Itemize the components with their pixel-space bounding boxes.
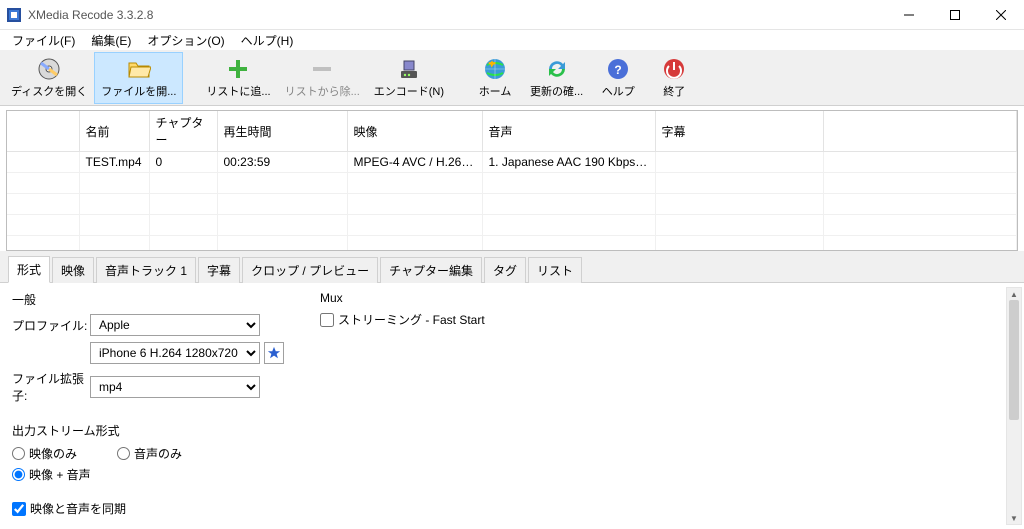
add-to-list-button[interactable]: リストに追...	[199, 52, 277, 104]
radio-video-audio[interactable]: 映像 + 音声	[12, 466, 91, 483]
preset-select[interactable]: iPhone 6 H.264 1280x720 2000 kbps	[90, 342, 260, 364]
ext-select[interactable]: mp4	[90, 376, 260, 398]
home-button[interactable]: ホーム	[467, 52, 523, 104]
exit-icon	[662, 57, 686, 81]
table-row[interactable]: .	[7, 215, 1017, 236]
col-audio[interactable]: 音声	[482, 111, 655, 152]
open-disc-label: ディスクを開く	[11, 83, 87, 99]
disc-icon	[37, 57, 61, 81]
scroll-thumb[interactable]	[1009, 300, 1019, 420]
sync-label: 映像と音声を同期	[30, 500, 126, 517]
star-icon	[267, 346, 281, 360]
output-stream-title: 出力ストリーム形式	[12, 422, 1012, 439]
svg-text:?: ?	[615, 63, 622, 77]
scroll-down-icon[interactable]: ▼	[1007, 512, 1021, 524]
row-icon	[7, 152, 79, 173]
tab-crop-preview[interactable]: クロップ / プレビュー	[242, 257, 378, 283]
table-row[interactable]: .	[7, 194, 1017, 215]
col-duration[interactable]: 再生時間	[217, 111, 347, 152]
table-row[interactable]: .	[7, 173, 1017, 194]
menu-help[interactable]: ヘルプ(H)	[233, 30, 302, 51]
tab-list[interactable]: リスト	[528, 257, 582, 283]
mux-title: Mux	[320, 291, 600, 305]
menu-file[interactable]: ファイル(F)	[4, 30, 83, 51]
tab-video[interactable]: 映像	[52, 257, 94, 283]
menu-bar: ファイル(F) 編集(E) オプション(O) ヘルプ(H)	[0, 30, 1024, 50]
open-file-label: ファイルを開...	[101, 83, 176, 99]
encode-label: エンコード(N)	[374, 83, 444, 99]
minus-icon	[310, 57, 334, 81]
menu-options[interactable]: オプション(O)	[139, 30, 232, 51]
tab-tag[interactable]: タグ	[484, 257, 526, 283]
check-update-button[interactable]: 更新の確...	[523, 52, 590, 104]
sync-checkbox-row[interactable]: 映像と音声を同期	[12, 500, 126, 517]
maximize-button[interactable]	[932, 0, 978, 29]
window-controls	[886, 0, 1024, 29]
streaming-checkbox-row[interactable]: ストリーミング - Fast Start	[320, 311, 600, 328]
refresh-icon	[545, 57, 569, 81]
title-bar: XMedia Recode 3.3.2.8	[0, 0, 1024, 30]
exit-button[interactable]: 終了	[646, 52, 702, 104]
profile-select[interactable]: Apple	[90, 314, 260, 336]
window-title: XMedia Recode 3.3.2.8	[28, 8, 886, 22]
remove-from-list-button[interactable]: リストから除...	[278, 52, 367, 104]
remove-from-list-label: リストから除...	[285, 83, 360, 99]
radio-audio-only[interactable]: 音声のみ	[117, 445, 182, 462]
help-label: ヘルプ	[602, 83, 635, 99]
row-audio: 1. Japanese AAC 190 Kbps 48000 H...	[482, 152, 655, 173]
sync-checkbox[interactable]	[12, 502, 26, 516]
col-subtitle[interactable]: 字幕	[655, 111, 823, 152]
row-name: TEST.mp4	[79, 152, 149, 173]
tab-strip: 形式 映像 音声トラック 1 字幕 クロップ / プレビュー チャプター編集 タ…	[0, 251, 1024, 283]
tab-subtitle[interactable]: 字幕	[198, 257, 240, 283]
open-disc-button[interactable]: ディスクを開く	[4, 52, 94, 104]
table-row[interactable]: .	[7, 236, 1017, 252]
file-list[interactable]: 名前 チャプター 再生時間 映像 音声 字幕 TEST.mp4 0 00:23:…	[6, 110, 1018, 251]
col-blank[interactable]	[7, 111, 79, 152]
row-duration: 00:23:59	[217, 152, 347, 173]
toolbar: ディスクを開く ファイルを開... リストに追... リストから除... エンコ…	[0, 50, 1024, 106]
ext-label: ファイル拡張子:	[12, 370, 90, 404]
help-icon: ?	[606, 57, 630, 81]
file-list-header[interactable]: 名前 チャプター 再生時間 映像 音声 字幕	[7, 111, 1017, 152]
col-name[interactable]: 名前	[79, 111, 149, 152]
app-icon	[6, 7, 22, 23]
help-button[interactable]: ? ヘルプ	[590, 52, 646, 104]
format-panel: 一般 プロファイル: Apple iPhone 6 H.264 1280x720…	[0, 283, 1024, 529]
minimize-button[interactable]	[886, 0, 932, 29]
mux-group: Mux ストリーミング - Fast Start	[320, 291, 600, 328]
tab-format[interactable]: 形式	[8, 256, 50, 283]
output-stream-group: 出力ストリーム形式 映像のみ 音声のみ 映像 + 音声	[12, 422, 1012, 483]
tab-audio-track1[interactable]: 音声トラック 1	[96, 257, 196, 283]
plus-icon	[226, 57, 250, 81]
home-label: ホーム	[479, 83, 512, 99]
row-video: MPEG-4 AVC / H.264 23.9...	[347, 152, 482, 173]
encode-icon	[397, 57, 421, 81]
row-chapter: 0	[149, 152, 217, 173]
file-list-container: 名前 チャプター 再生時間 映像 音声 字幕 TEST.mp4 0 00:23:…	[0, 106, 1024, 251]
table-row[interactable]: TEST.mp4 0 00:23:59 MPEG-4 AVC / H.264 2…	[7, 152, 1017, 173]
scroll-up-icon[interactable]: ▲	[1007, 288, 1021, 300]
close-button[interactable]	[978, 0, 1024, 29]
row-subtitle	[655, 152, 823, 173]
panel-scrollbar[interactable]: ▲ ▼	[1006, 287, 1022, 525]
streaming-label: ストリーミング - Fast Start	[338, 311, 485, 328]
exit-label: 終了	[663, 83, 685, 99]
radio-video-only[interactable]: 映像のみ	[12, 445, 77, 462]
tab-chapter-edit[interactable]: チャプター編集	[380, 257, 482, 283]
folder-open-icon	[127, 57, 151, 81]
open-file-button[interactable]: ファイルを開...	[94, 52, 183, 104]
encode-button[interactable]: エンコード(N)	[367, 52, 451, 104]
add-to-list-label: リストに追...	[206, 83, 270, 99]
col-video[interactable]: 映像	[347, 111, 482, 152]
col-chapter[interactable]: チャプター	[149, 111, 217, 152]
favorite-button[interactable]	[264, 342, 284, 364]
menu-edit[interactable]: 編集(E)	[83, 30, 139, 51]
globe-home-icon	[483, 57, 507, 81]
check-update-label: 更新の確...	[530, 83, 583, 99]
profile-label: プロファイル:	[12, 317, 90, 334]
col-rest[interactable]	[823, 111, 1017, 152]
streaming-checkbox[interactable]	[320, 313, 334, 327]
